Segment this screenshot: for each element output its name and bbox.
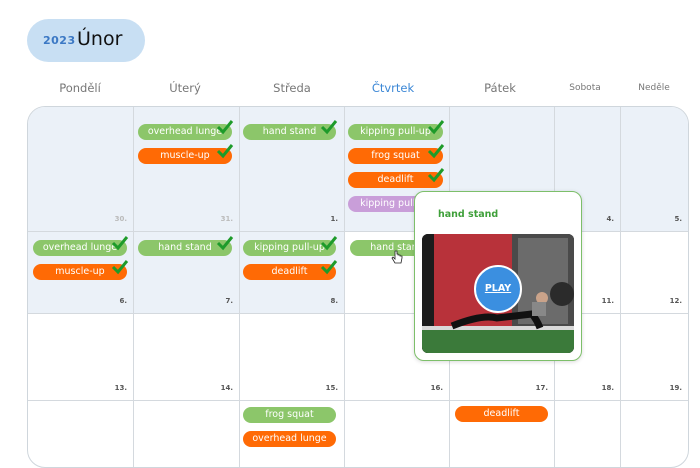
video-thumbnail[interactable]: PLAY: [422, 234, 574, 353]
day-number: 19.: [669, 384, 682, 392]
event-pill[interactable]: deadlift: [348, 168, 445, 188]
day-number: 5.: [674, 215, 682, 223]
day-number: 4.: [606, 215, 614, 223]
event-label: kipping pull-up: [254, 242, 325, 253]
check-icon: [216, 236, 234, 251]
day-cell[interactable]: [555, 401, 621, 467]
event-label: frog squat: [265, 409, 314, 420]
event-label: muscle-up: [160, 150, 210, 161]
event-pill[interactable]: deadlift: [455, 406, 548, 422]
check-icon: [427, 144, 445, 159]
weekday-saturday: Sobota: [569, 83, 601, 93]
day-cell[interactable]: 13.: [28, 314, 134, 401]
check-icon: [216, 144, 234, 159]
day-number: 7.: [225, 297, 233, 305]
event-pill[interactable]: frog squat: [348, 144, 445, 164]
event-pill[interactable]: hand stand: [138, 236, 234, 256]
event-pill[interactable]: kipping pull-up: [348, 120, 445, 140]
day-cell[interactable]: 5.: [621, 107, 688, 232]
event-pill[interactable]: hand stand: [243, 120, 338, 140]
day-number: 31.: [220, 215, 233, 223]
day-cell[interactable]: 12.: [621, 232, 688, 314]
day-number: 30.: [114, 215, 127, 223]
day-cell[interactable]: 14.: [134, 314, 240, 401]
event-label: hand stand: [262, 126, 317, 137]
day-number: 12.: [669, 297, 682, 305]
month-label: Únor: [77, 28, 123, 50]
day-number: 8.: [330, 297, 338, 305]
day-number: 15.: [325, 384, 338, 392]
event-label: kipping pull-up: [360, 126, 431, 137]
check-icon: [111, 236, 129, 251]
event-pill[interactable]: overhead lunge: [243, 431, 336, 447]
weekday-friday: Pátek: [484, 81, 516, 95]
event-label: frog squat: [371, 150, 420, 161]
weekday-monday: Pondělí: [59, 81, 101, 95]
check-icon: [427, 168, 445, 183]
event-label: deadlift: [483, 408, 520, 419]
event-pill[interactable]: muscle-up: [33, 260, 129, 280]
day-number: 18.: [601, 384, 614, 392]
check-icon: [320, 236, 338, 251]
event-label: deadlift: [271, 266, 308, 277]
check-icon: [320, 260, 338, 275]
event-preview-popup: hand stand PLAY: [414, 191, 582, 361]
day-number: 13.: [114, 384, 127, 392]
play-button[interactable]: PLAY: [474, 265, 522, 313]
day-cell[interactable]: [345, 401, 450, 467]
day-cell[interactable]: [28, 401, 134, 467]
popup-title: hand stand: [438, 209, 499, 220]
event-label: hand stand: [158, 242, 212, 253]
check-icon: [427, 120, 445, 135]
event-label: overhead lunge: [42, 242, 118, 253]
check-icon: [216, 120, 234, 135]
check-icon: [320, 120, 338, 135]
event-pill[interactable]: deadlift: [243, 260, 338, 280]
event-label: muscle-up: [55, 266, 105, 277]
hand-cursor-icon: [391, 250, 403, 264]
event-pill[interactable]: kipping pull-up: [243, 236, 338, 256]
day-number: 16.: [430, 384, 443, 392]
day-number: 17.: [535, 384, 548, 392]
event-pill[interactable]: muscle-up: [138, 144, 234, 164]
day-number: 6.: [119, 297, 127, 305]
day-cell[interactable]: 30.: [28, 107, 134, 232]
year-label: 2023: [43, 34, 76, 47]
event-pill[interactable]: overhead lunge: [33, 236, 129, 256]
day-number: 11.: [601, 297, 614, 305]
weekday-thursday: Čtvrtek: [371, 81, 415, 95]
check-icon: [111, 260, 129, 275]
day-cell[interactable]: 19.: [621, 314, 688, 401]
weekday-tuesday: Úterý: [169, 81, 201, 95]
event-label: overhead lunge: [147, 126, 223, 137]
event-label: overhead lunge: [252, 433, 327, 444]
weekday-sunday: Neděle: [638, 83, 670, 93]
event-pill[interactable]: overhead lunge: [138, 120, 234, 140]
event-label: deadlift: [377, 174, 414, 185]
event-pill[interactable]: frog squat: [243, 407, 336, 423]
day-cell[interactable]: [621, 401, 688, 467]
weekday-wednesday: Středa: [273, 81, 311, 95]
day-cell[interactable]: 15.: [240, 314, 345, 401]
day-cell[interactable]: [134, 401, 240, 467]
day-number: 14.: [220, 384, 233, 392]
month-selector[interactable]: 2023 Únor: [27, 19, 145, 62]
day-number: 1.: [330, 215, 338, 223]
